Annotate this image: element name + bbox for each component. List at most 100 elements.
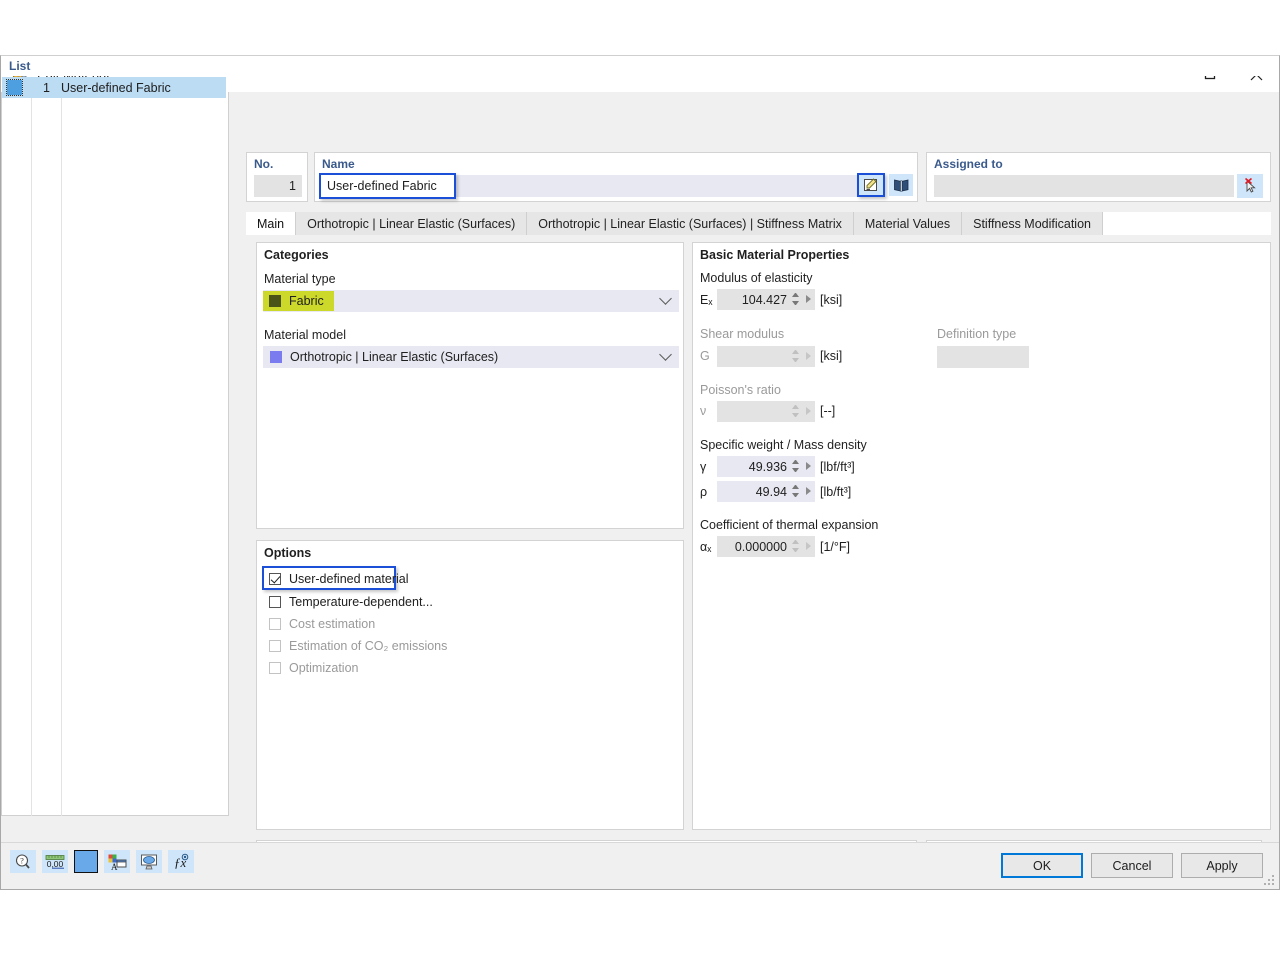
tab-strip: Main Orthotropic | Linear Elastic (Surfa… — [246, 212, 1103, 235]
ok-button[interactable]: OK — [1001, 853, 1083, 878]
name-panel: Name User-defined Fabric — [314, 152, 918, 202]
render-view-icon[interactable] — [136, 850, 162, 873]
poissons-ratio-label: Poisson's ratio — [700, 383, 781, 397]
modulus-input[interactable]: 104.427 — [717, 289, 815, 310]
thermal-expansion-input[interactable]: 0.000000 — [717, 536, 815, 557]
number-value: 1 — [254, 175, 302, 197]
definition-type-label: Definition type — [937, 327, 1017, 341]
tab-orthotropic-stiffness-matrix[interactable]: Orthotropic | Linear Elastic (Surfaces) … — [527, 212, 854, 235]
checkbox-box — [269, 662, 281, 674]
material-model-swatch — [270, 351, 282, 363]
alpha-symbol: αₓ — [700, 540, 712, 554]
spinner-menu-icon — [806, 462, 811, 470]
spinner-menu-icon — [806, 487, 811, 495]
apply-button[interactable]: Apply — [1181, 853, 1263, 878]
mass-density-input[interactable]: 49.94 — [717, 481, 815, 502]
material-type-select[interactable]: Fabric — [263, 290, 679, 312]
tab-label: Orthotropic | Linear Elastic (Surfaces) — [307, 216, 516, 231]
tab-label: Stiffness Modification — [973, 216, 1091, 231]
assigned-to-panel: Assigned to — [926, 152, 1271, 202]
resize-grip[interactable] — [1263, 874, 1275, 886]
cancel-button[interactable]: Cancel — [1091, 853, 1173, 878]
material-model-label: Material model — [264, 328, 346, 342]
shear-modulus-input[interactable] — [717, 346, 815, 367]
assigned-to-pick-button[interactable] — [1237, 174, 1263, 198]
material-type-label: Material type — [264, 272, 336, 286]
material-type-value: Fabric — [289, 294, 324, 308]
poisson-symbol: ν — [700, 404, 707, 418]
list-header: List — [1, 56, 1279, 76]
categories-panel: Categories Material type Fabric Material… — [256, 242, 684, 529]
spinner-up-icon — [792, 293, 799, 297]
spinner-down-icon — [792, 493, 799, 497]
material-list-panel: List 1 User-defined Fabric — [1, 56, 1279, 888]
checkbox-label: User-defined material — [289, 572, 409, 586]
shear-unit: [ksi] — [820, 349, 843, 363]
properties-title: Basic Material Properties — [700, 248, 850, 262]
name-label: Name — [322, 157, 355, 171]
checkbox-box — [269, 596, 281, 608]
dialog-buttons: OK Cancel Apply — [1001, 853, 1263, 878]
screen: Edit Material List 1 User-defin — [0, 0, 1280, 960]
spinner-up-icon — [792, 485, 799, 489]
categories-title: Categories — [264, 248, 329, 262]
gamma-unit: [lbf/ft³] — [820, 460, 855, 474]
specific-weight-input[interactable]: 49.936 — [717, 456, 815, 477]
poissons-ratio-input[interactable] — [717, 401, 815, 422]
assigned-to-label: Assigned to — [934, 157, 1003, 171]
book-library-icon — [893, 179, 908, 191]
spinner-menu-icon — [806, 352, 811, 360]
spinner-down-icon — [792, 358, 799, 362]
tab-stiffness-modification[interactable]: Stiffness Modification — [962, 212, 1103, 235]
pencil-edit-icon — [863, 178, 877, 191]
alpha-value: 0.000000 — [734, 539, 787, 554]
spinner-down-icon — [792, 548, 799, 552]
formula-icon[interactable]: ƒx — [168, 850, 194, 873]
spinner-menu-icon — [806, 295, 811, 303]
spinner-menu-icon — [806, 542, 811, 550]
number-format-icon[interactable]: 0,00 — [42, 850, 68, 873]
spinner-down-icon — [792, 301, 799, 305]
assigned-to-field[interactable] — [934, 175, 1234, 197]
checkbox-user-defined-material[interactable]: User-defined material — [269, 572, 409, 586]
tab-main[interactable]: Main — [246, 212, 297, 235]
tab-label: Material Values — [864, 216, 951, 231]
spinner-menu-icon — [806, 407, 811, 415]
tab-material-values[interactable]: Material Values — [853, 212, 963, 235]
name-input-value: User-defined Fabric — [327, 179, 437, 193]
material-model-select[interactable]: Orthotropic | Linear Elastic (Surfaces) — [263, 346, 679, 368]
checkbox-box — [269, 573, 281, 585]
checkbox-box — [269, 618, 281, 630]
modulus-unit: [ksi] — [820, 293, 843, 307]
rho-value: 49.94 — [755, 484, 787, 499]
list-item-label: User-defined Fabric — [61, 80, 171, 95]
spinner-down-icon — [792, 468, 799, 472]
checkbox-co2-emissions: Estimation of CO₂ emissions — [269, 639, 447, 653]
number-panel: No. 1 — [246, 152, 308, 202]
tab-label: Orthotropic | Linear Elastic (Surfaces) … — [538, 216, 842, 231]
edit-material-window: Edit Material List 1 User-defin — [0, 55, 1280, 890]
edit-name-button[interactable] — [857, 173, 885, 197]
footer-bar: ? 0,00 A ƒx OK Cancel Apply — [1, 842, 1279, 889]
help-icon[interactable]: ? — [10, 850, 36, 873]
checkbox-temperature-dependent[interactable]: Temperature-dependent... — [269, 595, 433, 609]
tab-bar: Main Orthotropic | Linear Elastic (Surfa… — [246, 212, 1271, 235]
chevron-down-icon — [659, 348, 672, 361]
basic-material-properties-panel: Basic Material Properties Modulus of ela… — [692, 242, 1271, 830]
definition-type-field[interactable] — [937, 346, 1029, 368]
tab-orthotropic-linear-elastic-surfaces[interactable]: Orthotropic | Linear Elastic (Surfaces) — [296, 212, 528, 235]
modulus-value: 104.427 — [741, 292, 787, 307]
material-color-swatch — [6, 79, 23, 96]
checkbox-optimization: Optimization — [269, 661, 358, 675]
pick-cursor-clear-icon — [1244, 177, 1256, 193]
options-title: Options — [264, 546, 312, 560]
color-swatch-icon[interactable] — [74, 850, 98, 873]
tab-label: Main — [257, 216, 285, 231]
material-library-button[interactable] — [889, 174, 913, 196]
display-properties-icon[interactable]: A — [104, 850, 130, 873]
gamma-value: 49.936 — [748, 459, 787, 474]
spinner-up-icon — [792, 350, 799, 354]
name-input[interactable]: User-defined Fabric — [319, 173, 456, 199]
list-item[interactable]: 1 User-defined Fabric — [2, 77, 226, 98]
rho-unit: [lb/ft³] — [820, 485, 852, 499]
